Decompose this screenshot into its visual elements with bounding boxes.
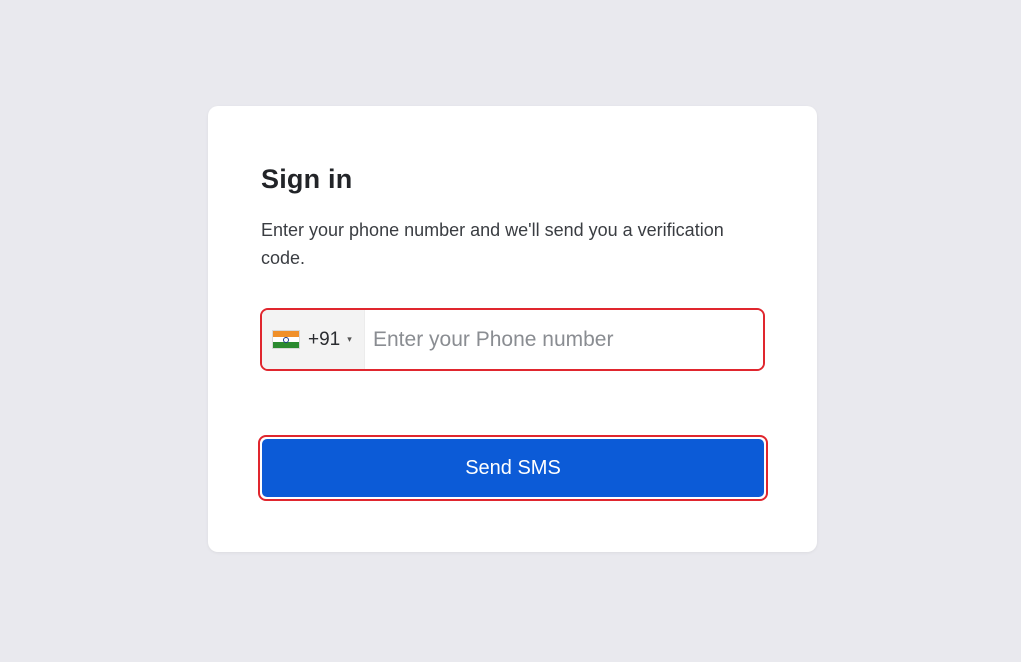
dial-code: +91 [308, 328, 341, 350]
signin-card: Sign in Enter your phone number and we'l… [208, 106, 817, 552]
send-sms-button-frame: Send SMS [258, 435, 768, 501]
phone-number-input[interactable] [365, 310, 763, 369]
signin-subtitle: Enter your phone number and we'll send y… [261, 220, 724, 268]
country-code-select[interactable]: +91 ▾ [262, 310, 365, 369]
india-flag-icon [272, 330, 300, 349]
page-title: Sign in [261, 164, 353, 194]
send-sms-button[interactable]: Send SMS [262, 439, 764, 497]
phone-field: +91 ▾ [260, 308, 765, 371]
chevron-down-icon: ▾ [347, 334, 352, 344]
